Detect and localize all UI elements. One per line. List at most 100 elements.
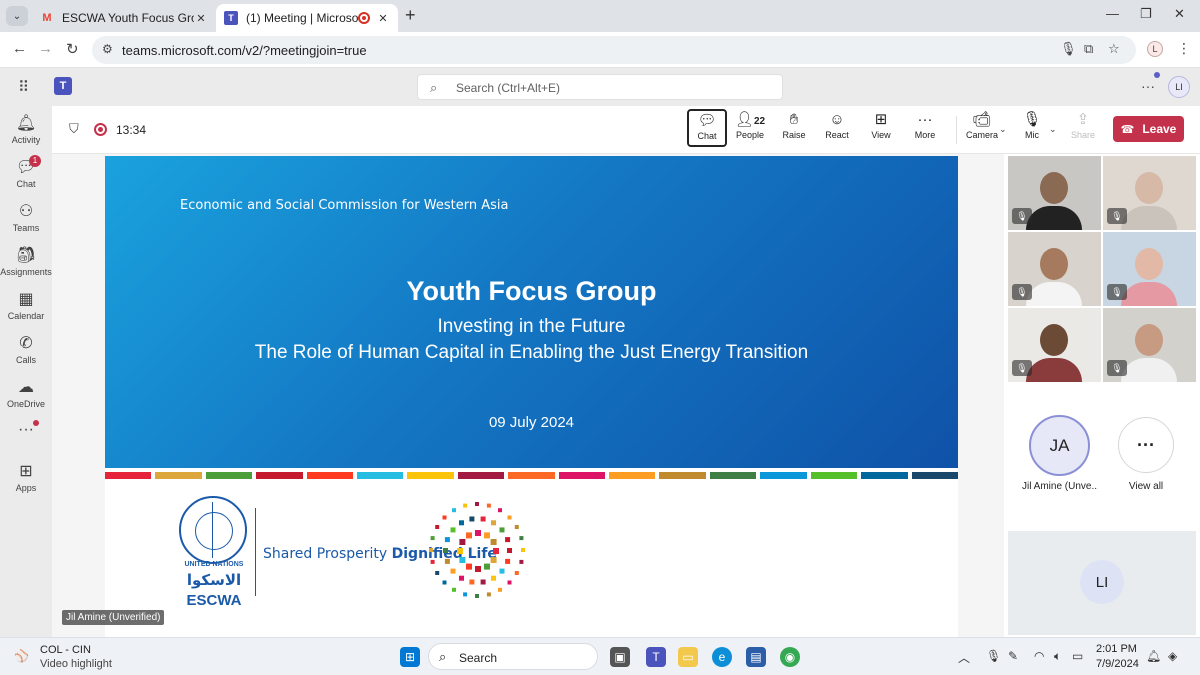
- participant-video-tile[interactable]: 🎙︎: [1008, 156, 1101, 230]
- clock-date[interactable]: 7/9/2024: [1096, 658, 1139, 670]
- hang-up-icon: ☎: [1120, 123, 1135, 136]
- tray-chevron-icon[interactable]: ︿: [958, 649, 970, 666]
- rail-item-more[interactable]: ···: [0, 420, 52, 440]
- edge-icon[interactable]: e: [712, 647, 732, 667]
- participant-video-tile[interactable]: 🎙︎: [1008, 232, 1101, 306]
- participant-name: Jil Amine (Unve...: [1022, 481, 1098, 492]
- browser-profile-avatar[interactable]: L: [1147, 41, 1163, 57]
- volume-icon[interactable]: 🔈︎: [1054, 649, 1061, 664]
- chrome-icon[interactable]: ◉: [780, 647, 800, 667]
- tray-mic-icon[interactable]: 🎙︎: [986, 649, 1001, 663]
- sdg-color-segment: [105, 472, 152, 479]
- rail-item-calls[interactable]: ✆ Calls: [0, 334, 52, 365]
- rail-item-apps[interactable]: ⊞ Apps: [0, 462, 52, 493]
- chat-badge: 1: [29, 155, 41, 167]
- rail-item-chat[interactable]: 💬︎ 1 Chat: [0, 155, 52, 189]
- browser-menu-icon[interactable]: ⋮: [1177, 40, 1191, 57]
- raise-hand-button[interactable]: ✋︎ Raise: [774, 110, 814, 140]
- teams-search-input[interactable]: ⌕ Search (Ctrl+Alt+E): [417, 74, 783, 100]
- minimize-icon[interactable]: —: [1106, 6, 1119, 21]
- rail-item-teams[interactable]: ⚇ Teams: [0, 202, 52, 233]
- sdg-wheel-square: [486, 592, 491, 597]
- back-icon[interactable]: ←: [12, 40, 27, 57]
- sdg-wheel-square: [459, 520, 464, 526]
- windows-taskbar: ⚾ COL - CIN Video highlight ⊞ ⌕ Search ▣…: [0, 637, 1200, 675]
- more-button[interactable]: ··· More: [905, 110, 945, 140]
- view-button[interactable]: ⊞ View: [861, 110, 901, 140]
- sdg-wheel-square: [435, 571, 440, 575]
- forward-icon[interactable]: →: [38, 40, 53, 57]
- sdg-wheel-square: [466, 563, 472, 570]
- store-icon[interactable]: ▤: [746, 647, 766, 667]
- close-tab-icon[interactable]: ✕: [376, 12, 390, 25]
- reload-icon[interactable]: ↻: [66, 40, 79, 58]
- cloud-icon: ☁: [18, 379, 34, 396]
- participant-video-tile[interactable]: 🎙︎: [1103, 156, 1196, 230]
- tab-search-dropdown-icon[interactable]: ⌄: [6, 6, 28, 26]
- app-launcher-icon[interactable]: ⠿: [18, 78, 29, 96]
- leave-button[interactable]: ☎ Leave: [1113, 116, 1184, 142]
- url-text[interactable]: teams.microsoft.com/v2/?meetingjoin=true: [122, 43, 367, 58]
- taskbar-search[interactable]: ⌕ Search: [428, 643, 598, 670]
- bookmark-star-icon[interactable]: ☆: [1108, 41, 1120, 57]
- copilot-icon[interactable]: ◈: [1168, 649, 1177, 663]
- people-button[interactable]: 👤︎22 People: [730, 110, 770, 140]
- participant-video-tile[interactable]: 🎙︎: [1103, 232, 1196, 306]
- new-tab-icon[interactable]: +: [405, 5, 416, 26]
- address-bar[interactable]: ⚙ teams.microsoft.com/v2/?meetingjoin=tr…: [92, 36, 1136, 64]
- sdg-wheel-square: [519, 536, 524, 541]
- file-explorer-icon[interactable]: ▭: [678, 647, 698, 667]
- sdg-color-segment: [508, 472, 555, 479]
- camera-button[interactable]: 📹︎ Camera: [962, 110, 1002, 140]
- sdg-wheel-square: [514, 525, 519, 529]
- meeting-timer: 13:34: [116, 123, 147, 137]
- notifications-icon[interactable]: 🔔︎: [1146, 649, 1161, 663]
- close-tab-icon[interactable]: ✕: [194, 12, 208, 25]
- participant-face: [1135, 324, 1163, 356]
- wifi-icon[interactable]: ◠: [1034, 649, 1044, 663]
- teams-icon: T: [224, 11, 238, 25]
- clock-time[interactable]: 2:01 PM: [1096, 643, 1137, 655]
- news-widget-subtitle[interactable]: Video highlight: [40, 658, 112, 670]
- view-all-label[interactable]: View all: [1116, 481, 1176, 492]
- participant-video-tile[interactable]: 🎙︎: [1008, 308, 1101, 382]
- chat-button[interactable]: 💬︎ Chat: [687, 109, 727, 147]
- camera-options-chevron-icon[interactable]: ⌄: [999, 124, 1007, 135]
- teams-taskbar-icon[interactable]: T: [646, 647, 666, 667]
- sdg-wheel-square: [514, 571, 519, 575]
- status-dot: [1154, 72, 1160, 78]
- microphone-icon[interactable]: 🎙: [1060, 41, 1077, 57]
- rail-item-assignments[interactable]: 🎒︎ Assignments: [0, 246, 52, 277]
- browser-tab-teams[interactable]: T (1) Meeting | Microsoft Tear ✕: [216, 4, 398, 32]
- sdg-wheel-square: [459, 575, 464, 581]
- participant-avatar[interactable]: JA: [1029, 415, 1090, 476]
- restore-icon[interactable]: ❐: [1140, 6, 1152, 22]
- battery-icon[interactable]: ▭: [1072, 649, 1083, 663]
- mic-muted-icon: 🎙︎: [1107, 360, 1127, 376]
- rail-label: Teams: [12, 223, 40, 233]
- windows-start-icon[interactable]: ⊞: [400, 647, 420, 667]
- rail-item-onedrive[interactable]: ☁ OneDrive: [0, 378, 52, 409]
- close-window-icon[interactable]: ✕: [1174, 6, 1185, 22]
- slide-header-banner: Economic and Social Commission for Weste…: [105, 156, 958, 468]
- pen-icon[interactable]: ✎: [1008, 649, 1018, 663]
- site-info-icon[interactable]: ⚙: [102, 42, 113, 56]
- cast-icon[interactable]: ⧉: [1084, 41, 1093, 57]
- shield-icon[interactable]: ⛉: [69, 121, 79, 137]
- sdg-color-segment: [558, 472, 606, 479]
- mic-options-chevron-icon[interactable]: ⌄: [1049, 124, 1057, 135]
- settings-more-icon[interactable]: ···: [1141, 78, 1155, 94]
- mic-button[interactable]: 🎙︎ Mic: [1012, 110, 1052, 140]
- browser-tab-gmail[interactable]: M ESCWA Youth Focus Group - Im ✕: [32, 4, 216, 32]
- rail-item-activity[interactable]: 🔔︎ Activity: [0, 114, 52, 145]
- share-button[interactable]: ⇪ Share: [1063, 110, 1103, 140]
- participant-video-tile[interactable]: 🎙︎: [1103, 308, 1196, 382]
- bell-icon: 🔔︎: [15, 115, 37, 132]
- rail-item-calendar[interactable]: ▦ Calendar: [0, 290, 52, 321]
- task-view-icon[interactable]: ▣: [610, 647, 630, 667]
- sdg-color-segment: [407, 472, 454, 479]
- news-widget-title[interactable]: COL - CIN: [40, 644, 91, 656]
- view-all-button[interactable]: ···: [1118, 417, 1174, 473]
- user-avatar[interactable]: LI: [1168, 76, 1190, 98]
- react-button[interactable]: ☺ React: [817, 110, 857, 140]
